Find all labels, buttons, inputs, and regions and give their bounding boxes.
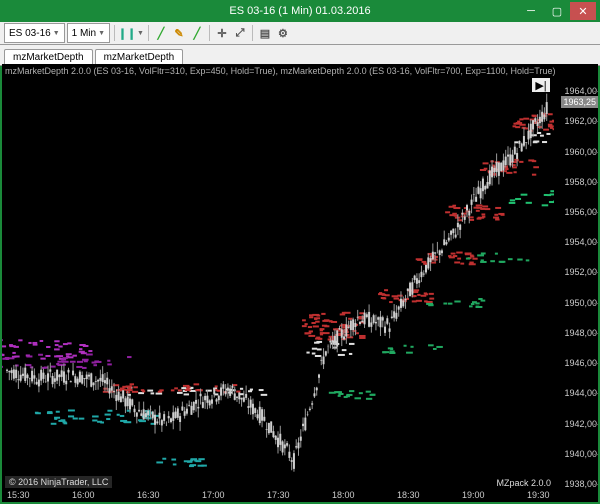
tab-mzmarketdepth-2[interactable]: mzMarketDepth [95,49,184,65]
close-button[interactable]: ✕ [570,2,596,20]
window-titlebar: ES 03-16 (1 Min) 01.03.2016 ─ ▢ ✕ [0,0,600,22]
chart-svg [2,76,554,484]
tab-label: mzMarketDepth [13,52,84,63]
y-tick-label: 1964,00 [557,86,597,96]
y-tick-label: 1952,00 [557,267,597,277]
x-tick-label: 15:30 [7,490,30,500]
tab-label: mzMarketDepth [104,52,175,63]
y-tick-label: 1946,00 [557,358,597,368]
y-tick-label: 1954,00 [557,237,597,247]
x-tick-label: 17:30 [267,490,290,500]
current-price-tag: 1963,25 [561,96,598,108]
timeframe-value: 1 Min [72,28,96,39]
chevron-down-icon[interactable]: ▼ [137,30,144,37]
toolbar-divider [148,25,149,41]
chart-style-icon[interactable]: ❙❙ [119,25,135,41]
crosshair-icon[interactable]: ✛ [214,25,230,41]
chevron-down-icon: ▼ [53,30,60,37]
x-tick-label: 16:00 [72,490,95,500]
toolbar-divider [252,25,253,41]
x-tick-label: 16:30 [137,490,160,500]
plot-area[interactable] [2,76,554,484]
x-tick-label: 19:00 [462,490,485,500]
tab-bar: mzMarketDepth mzMarketDepth [0,45,600,66]
chart-panel[interactable]: mzMarketDepth 2.0.0 (ES 03-16, VolFltr=3… [2,64,598,502]
instrument-selector[interactable]: ES 03-16 ▼ [4,23,65,43]
minimize-button[interactable]: ─ [518,2,544,20]
indicator-info-line: mzMarketDepth 2.0.0 (ES 03-16, VolFltr=3… [5,66,555,76]
zoom-icon[interactable]: ⤢ [232,25,248,41]
y-tick-label: 1948,00 [557,328,597,338]
draw-trend-icon[interactable]: ╱ [189,25,205,41]
toolbar-divider [114,25,115,41]
y-tick-label: 1960,00 [557,147,597,157]
x-tick-label: 19:30 [527,490,550,500]
settings-icon[interactable]: ⚙ [275,25,291,41]
watermark-label: MZpack 2.0.0 [496,478,551,488]
window-title: ES 03-16 (1 Min) 01.03.2016 [0,5,600,17]
tab-mzmarketdepth-1[interactable]: mzMarketDepth [4,49,93,65]
x-tick-label: 18:00 [332,490,355,500]
y-tick-label: 1942,00 [557,419,597,429]
main-toolbar: ES 03-16 ▼ 1 Min ▼ ❙❙ ▼ ╱ ✎ ╱ ✛ ⤢ ▤ ⚙ [0,22,600,45]
y-tick-label: 1940,00 [557,449,597,459]
y-tick-label: 1956,00 [557,207,597,217]
y-tick-label: 1944,00 [557,388,597,398]
draw-pencil-icon[interactable]: ✎ [171,25,187,41]
y-axis[interactable]: 1964,00 1962,00 1960,00 1958,00 1956,00 1954,… [554,76,598,484]
instrument-value: ES 03-16 [9,28,51,39]
copyright-label: © 2016 NinjaTrader, LLC [5,476,112,488]
toolbar-divider [209,25,210,41]
y-tick-label: 1950,00 [557,298,597,308]
y-tick-label: 1958,00 [557,177,597,187]
data-icon[interactable]: ▤ [257,25,273,41]
maximize-button[interactable]: ▢ [544,2,570,20]
chevron-down-icon: ▼ [98,30,105,37]
current-price-value: 1963,25 [563,97,596,107]
timeframe-selector[interactable]: 1 Min ▼ [67,23,110,43]
y-tick-label: 1962,00 [557,116,597,126]
draw-line-icon[interactable]: ╱ [153,25,169,41]
y-tick-label: 1938,00 [557,479,597,489]
x-tick-label: 18:30 [397,490,420,500]
x-tick-label: 17:00 [202,490,225,500]
